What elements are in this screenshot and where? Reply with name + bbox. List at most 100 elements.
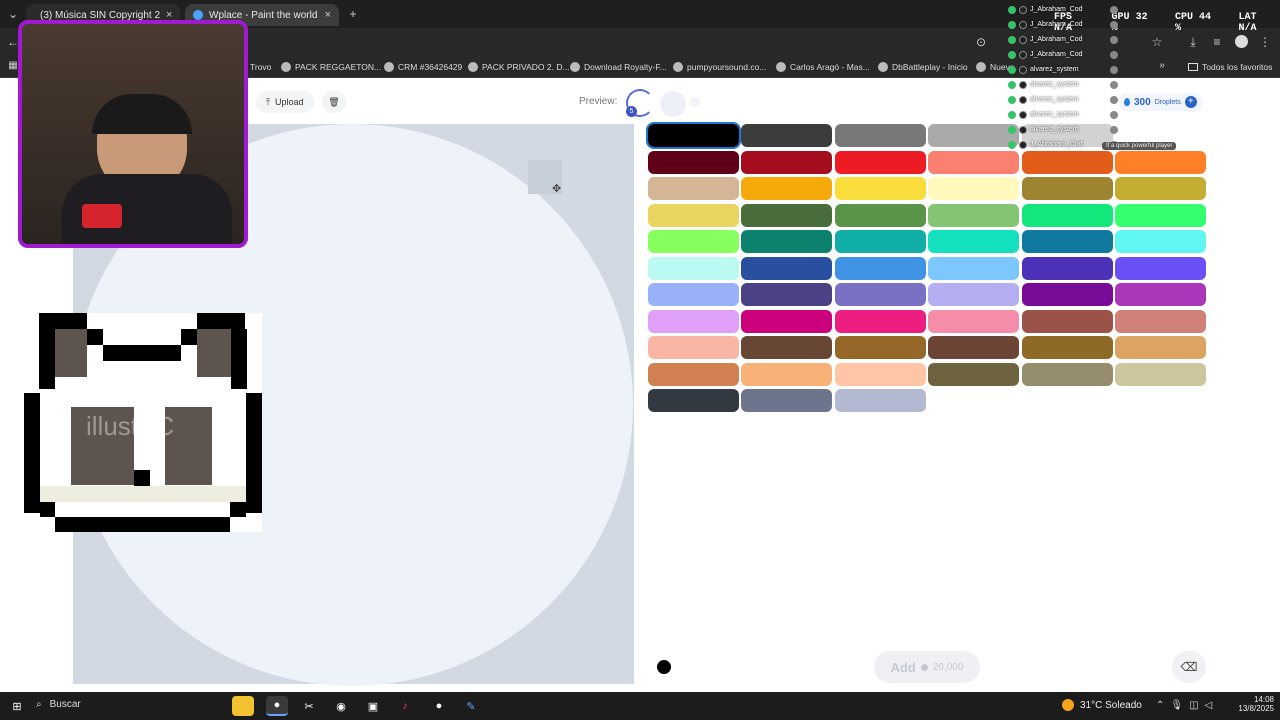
color-swatch[interactable] [928,230,1020,253]
color-swatch[interactable] [928,336,1020,359]
paint-icon[interactable]: ✎ [460,696,482,716]
color-swatch[interactable] [741,203,833,227]
color-swatch[interactable] [648,283,739,306]
gpu-stat: GPU 32 % [1112,12,1159,34]
color-swatch[interactable] [928,150,1020,174]
color-swatch[interactable] [648,389,739,412]
color-swatch[interactable] [1115,283,1206,306]
color-swatch[interactable] [741,389,833,412]
chrome-icon[interactable]: ● [266,696,288,716]
color-swatch[interactable] [741,283,833,306]
color-swatch[interactable] [1115,309,1206,333]
color-swatch[interactable] [928,362,1020,386]
app-icon[interactable]: ▣ [362,696,384,716]
menu-lines-icon[interactable]: ≡ [1210,35,1224,49]
color-swatch[interactable] [648,230,739,253]
color-swatch[interactable] [834,124,926,147]
color-swatch[interactable] [1115,203,1206,227]
color-swatch[interactable] [1115,150,1206,174]
chrome-profile-icon[interactable]: ● [428,696,450,716]
chevron-right-icon[interactable]: » [1156,59,1168,73]
bookmark-item[interactable]: PACK REGGAETON... [281,60,381,74]
color-swatch[interactable] [928,283,1020,306]
color-swatch[interactable] [928,124,1020,147]
color-swatch[interactable] [1021,203,1113,227]
bookmark-item[interactable]: Trovo [250,60,271,74]
color-swatch[interactable] [928,256,1020,280]
bookmark-folder[interactable]: Todos los favoritos [1188,60,1272,74]
location-icon[interactable]: ⊙ [974,35,988,49]
color-swatch[interactable] [928,203,1020,227]
windows-start-icon[interactable]: ⊞ [6,696,28,716]
color-swatch[interactable] [741,256,833,280]
color-swatch[interactable] [1021,256,1113,280]
color-swatch[interactable] [1115,336,1206,359]
color-swatch[interactable] [648,309,739,333]
color-swatch[interactable] [741,150,833,174]
eraser-button[interactable]: ⌫ [1172,651,1206,683]
color-swatch[interactable] [834,150,926,174]
color-swatch[interactable] [1021,309,1113,333]
bookmark-item[interactable]: PACK PRIVADO 2. D... [468,60,570,74]
color-swatch[interactable] [1115,256,1206,280]
clock[interactable]: 14:08 13/8/2025 [1234,695,1274,713]
color-swatch[interactable] [741,124,833,147]
color-swatch[interactable] [834,256,926,280]
bookmark-star-icon[interactable]: ☆ [1150,35,1164,49]
color-swatch[interactable] [834,230,926,253]
bookmark-item[interactable]: CRM #36426429 [384,60,462,74]
system-tray[interactable]: ⌃ 🎙 ◫ ◁ [1156,700,1212,711]
bookmark-item[interactable]: pumpyoursound.co... [673,60,766,74]
new-tab-icon[interactable]: + [346,7,360,21]
taskbar-search[interactable]: ⌕ Buscar [36,699,81,710]
color-swatch[interactable] [1021,283,1113,306]
color-swatch[interactable] [834,362,926,386]
color-swatch[interactable] [834,309,926,333]
tiktok-icon[interactable]: ♪ [394,696,416,716]
file-explorer-icon[interactable] [232,696,254,716]
more-icon[interactable]: ⋮ [1258,35,1272,49]
color-swatch[interactable] [928,309,1020,333]
delete-button[interactable]: 🗑 [322,91,346,113]
weather-widget[interactable]: 31°C Soleado [1062,699,1142,711]
current-color-indicator[interactable] [657,660,671,674]
color-swatch[interactable] [1021,336,1113,359]
add-droplets-button[interactable]: + [1184,96,1197,108]
bookmark-item[interactable]: DbBattleplay - Inicio [878,60,968,74]
color-swatch[interactable] [1115,230,1206,253]
color-swatch[interactable] [834,336,926,359]
color-swatch[interactable] [646,122,741,149]
color-swatch[interactable] [648,336,739,359]
color-swatch[interactable] [741,309,833,333]
upload-button[interactable]: ⤒ Upload [256,91,314,113]
profile-avatar[interactable] [1235,35,1248,48]
capcut-icon[interactable]: ✂ [298,696,320,716]
color-swatch[interactable] [834,177,926,200]
add-button[interactable]: Add 20,000 [874,651,980,683]
color-swatch[interactable] [834,203,926,227]
color-swatch[interactable] [648,177,739,200]
color-swatch[interactable] [741,336,833,359]
color-swatch[interactable] [1021,177,1113,200]
color-swatch[interactable] [741,362,833,386]
color-swatch[interactable] [648,362,739,386]
color-swatch[interactable] [834,283,926,306]
color-swatch[interactable] [648,150,739,174]
close-tab-icon[interactable]: × [325,9,331,21]
color-swatch[interactable] [834,389,926,412]
color-swatch[interactable] [741,230,833,253]
color-swatch[interactable] [648,203,739,227]
color-swatch[interactable] [648,256,739,280]
obs-icon[interactable]: ◉ [330,696,352,716]
color-swatch[interactable] [1021,362,1113,386]
tab-search-icon[interactable]: ⌄ [6,7,20,21]
download-icon[interactable]: ⤓ [1186,35,1200,49]
color-swatch[interactable] [1021,230,1113,253]
bookmark-item[interactable]: Carlos Aragó - Mas... [776,60,870,74]
bookmark-item[interactable]: Download Royalty-F... [570,60,667,74]
color-swatch[interactable] [1021,150,1113,174]
color-swatch[interactable] [741,177,833,200]
color-swatch[interactable] [928,177,1020,200]
color-swatch[interactable] [1115,362,1206,386]
color-swatch[interactable] [1115,177,1206,200]
